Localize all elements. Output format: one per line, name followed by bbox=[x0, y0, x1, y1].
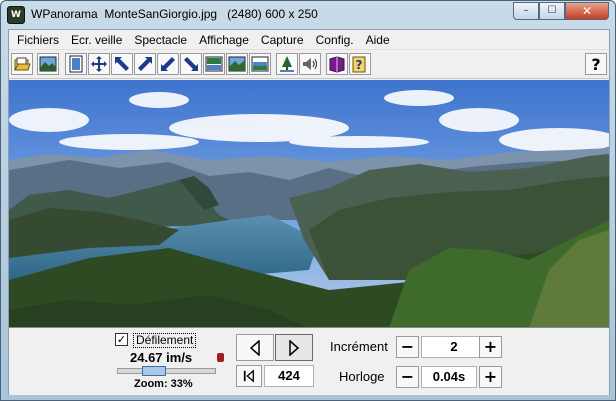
book-icon bbox=[329, 56, 345, 73]
arrow-up-right-icon bbox=[138, 57, 152, 71]
increment-minus-button[interactable]: − bbox=[396, 336, 419, 358]
view-top-button[interactable] bbox=[203, 53, 225, 75]
skip-to-start-icon bbox=[243, 369, 254, 383]
client-area: Fichiers Ecr. veille Spectacle Affichage… bbox=[8, 29, 610, 395]
arrow-down-right-icon bbox=[184, 57, 198, 71]
zoom-slider-track[interactable] bbox=[117, 368, 216, 374]
scroll-up-left-button[interactable] bbox=[111, 53, 133, 75]
increment-value[interactable]: 2 bbox=[421, 336, 487, 358]
scroll-checkbox[interactable]: ✓ bbox=[115, 333, 128, 346]
close-button[interactable]: ✕ bbox=[565, 2, 609, 20]
open-file-icon bbox=[14, 57, 31, 71]
info-button[interactable]: ? bbox=[349, 53, 371, 75]
menu-ecr-veille[interactable]: Ecr. veille bbox=[65, 31, 128, 49]
clock-plus-button[interactable]: + bbox=[479, 366, 502, 388]
move-button[interactable] bbox=[88, 53, 110, 75]
increment-label: Incrément bbox=[330, 339, 388, 354]
clock-minus-button[interactable]: − bbox=[396, 366, 419, 388]
menu-fichiers[interactable]: Fichiers bbox=[11, 31, 65, 49]
tree-icon bbox=[280, 56, 294, 72]
zoom-readout: Zoom: 33% bbox=[134, 378, 193, 390]
view-bottom-button[interactable] bbox=[249, 53, 271, 75]
scroll-down-right-button[interactable] bbox=[180, 53, 202, 75]
scroll-left-button[interactable] bbox=[236, 334, 274, 361]
frame-counter: 424 bbox=[264, 365, 314, 387]
view-top-icon bbox=[205, 56, 223, 72]
view-full-icon bbox=[228, 56, 246, 72]
increment-plus-button[interactable]: + bbox=[479, 336, 502, 358]
open-file-button[interactable] bbox=[11, 53, 33, 75]
menu-capture[interactable]: Capture bbox=[255, 31, 310, 49]
picture-icon bbox=[39, 56, 57, 72]
arrow-down-left-icon bbox=[161, 57, 175, 71]
menu-aide[interactable]: Aide bbox=[360, 31, 396, 49]
speed-indicator-icon bbox=[217, 353, 224, 362]
zoom-slider-thumb[interactable] bbox=[141, 366, 166, 376]
view-bottom-icon bbox=[251, 56, 269, 72]
help-icon: ? bbox=[591, 54, 601, 74]
move-icon bbox=[91, 56, 107, 72]
frame-button[interactable] bbox=[65, 53, 87, 75]
arrow-up-left-icon bbox=[115, 57, 129, 71]
window-controls: – ☐ ✕ bbox=[513, 2, 609, 20]
menu-spectacle[interactable]: Spectacle bbox=[128, 31, 193, 49]
menu-affichage[interactable]: Affichage bbox=[193, 31, 255, 49]
svg-text:?: ? bbox=[356, 58, 363, 72]
app-window: W WPanorama MonteSanGiorgio.jpg (2480) 6… bbox=[0, 0, 616, 401]
scroll-down-left-button[interactable] bbox=[157, 53, 179, 75]
scroll-right-button[interactable] bbox=[275, 334, 313, 361]
speed-readout: 24.67 im/s bbox=[130, 350, 193, 365]
frame-icon bbox=[69, 55, 83, 73]
control-panel: ✓ Défilement 24.67 im/s Zoom: 33% 424 In… bbox=[9, 329, 609, 395]
menu-bar: Fichiers Ecr. veille Spectacle Affichage… bbox=[9, 30, 609, 50]
picture-button[interactable] bbox=[37, 53, 59, 75]
clock-value[interactable]: 0.04s bbox=[421, 366, 477, 388]
view-full-button[interactable] bbox=[226, 53, 248, 75]
window-title: WPanorama MonteSanGiorgio.jpg (2480) 600… bbox=[31, 7, 318, 21]
info-icon: ? bbox=[352, 56, 366, 73]
triangle-left-icon bbox=[249, 339, 260, 356]
menu-config[interactable]: Config. bbox=[310, 31, 360, 49]
book-button[interactable] bbox=[326, 53, 348, 75]
help-button[interactable]: ? bbox=[585, 53, 607, 75]
app-icon[interactable]: W bbox=[7, 6, 25, 24]
panorama-view[interactable] bbox=[9, 80, 609, 328]
tree-button[interactable] bbox=[276, 53, 298, 75]
sound-icon bbox=[303, 58, 318, 70]
triangle-right-icon bbox=[289, 339, 300, 356]
toolbar: ? ? bbox=[9, 51, 609, 79]
rewind-button[interactable] bbox=[236, 365, 262, 387]
scroll-label[interactable]: Défilement bbox=[133, 333, 197, 348]
minimize-button[interactable]: – bbox=[513, 2, 539, 20]
scroll-up-right-button[interactable] bbox=[134, 53, 156, 75]
panorama-image bbox=[9, 80, 609, 327]
maximize-button[interactable]: ☐ bbox=[539, 2, 565, 20]
title-bar[interactable]: W WPanorama MonteSanGiorgio.jpg (2480) 6… bbox=[1, 1, 615, 29]
sound-button[interactable] bbox=[299, 53, 321, 75]
clock-label: Horloge bbox=[339, 369, 385, 384]
